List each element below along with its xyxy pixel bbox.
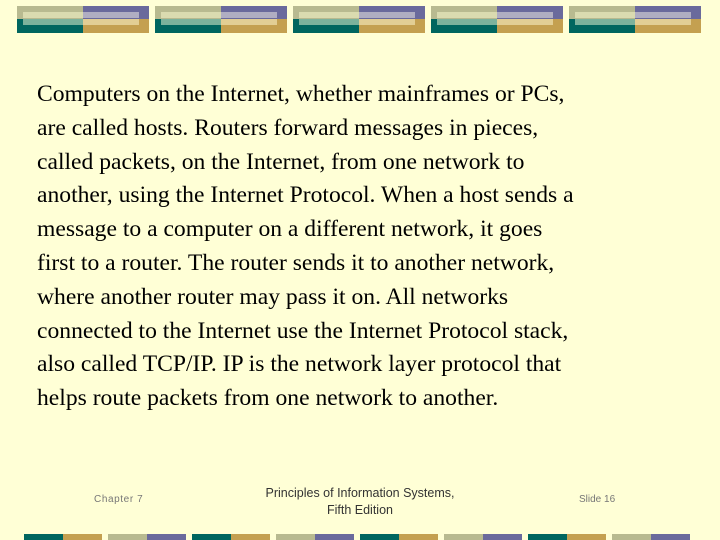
footer-block (612, 534, 690, 540)
footer-book-title-line1: Principles of Information Systems, (265, 486, 455, 500)
header-block (293, 6, 425, 33)
body-line: also called TCP/IP. IP is the network la… (37, 351, 562, 378)
footer-block (528, 534, 606, 540)
slide-body-text: Computers on the Internet, whether mainf… (37, 78, 697, 416)
body-line: Computers on the Internet, whether mainf… (37, 81, 565, 107)
footer-slide-number: Slide 16 (579, 494, 616, 505)
footer-block (444, 534, 522, 540)
footer-book-title: Principles of Information Systems, Fifth… (230, 485, 490, 519)
body-line: another, using the Internet Protocol. Wh… (37, 182, 574, 209)
footer-block (276, 534, 354, 540)
body-line: called packets, on the Internet, from on… (37, 148, 525, 175)
footer-block (24, 534, 102, 540)
body-line: message to a computer on a different net… (37, 216, 543, 243)
body-line: helps route packets from one network to … (37, 385, 499, 412)
header-block (17, 6, 149, 33)
footer-chapter: Chapter 7 (94, 494, 144, 505)
header-block (155, 6, 287, 33)
body-line: where another router may pass it on. All… (37, 283, 509, 310)
footer-block (108, 534, 186, 540)
header-block (431, 6, 563, 33)
footer-book-title-line2: Fifth Edition (326, 503, 393, 517)
footer-block (360, 534, 438, 540)
body-line: first to a router. The router sends it t… (37, 249, 555, 276)
body-line: are called hosts. Routers forward messag… (37, 114, 539, 141)
body-line: connected to the Internet use the Intern… (37, 317, 569, 344)
header-block (569, 6, 701, 33)
footer-block (192, 534, 270, 540)
